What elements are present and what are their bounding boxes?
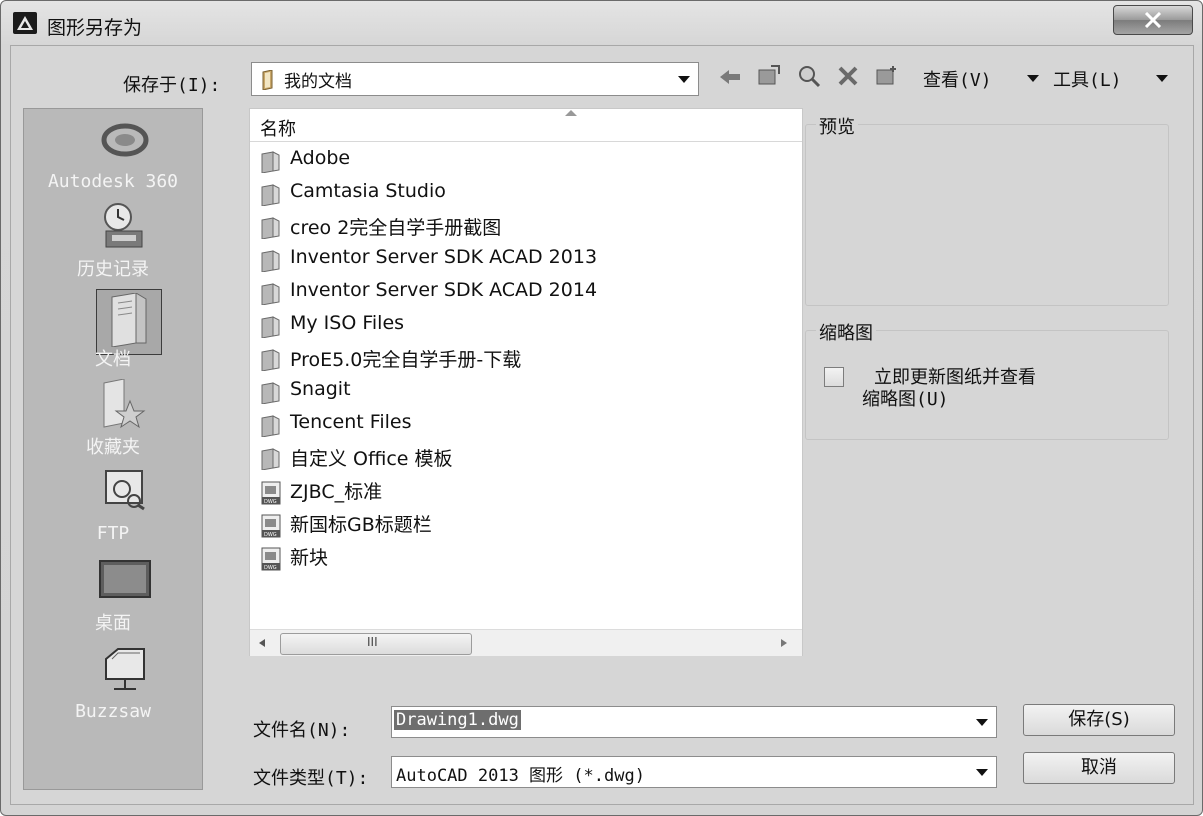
place-autodesk-360[interactable]: Autodesk 360 bbox=[24, 109, 202, 195]
scrollbar-thumb[interactable]: III bbox=[280, 633, 472, 655]
file-name: Snagit bbox=[290, 378, 351, 400]
preview-group: 预览 bbox=[805, 113, 1169, 306]
back-icon[interactable] bbox=[719, 68, 741, 86]
dwg-file-icon: DWG bbox=[260, 547, 282, 575]
preview-title: 预览 bbox=[816, 113, 858, 139]
save-in-combo[interactable]: 我的文档 bbox=[251, 62, 699, 96]
save-in-label: 保存于(I): bbox=[123, 75, 221, 96]
place-documents[interactable]: 文档 bbox=[24, 287, 202, 373]
svg-text:DWG: DWG bbox=[264, 499, 277, 505]
filename-combo[interactable]: Drawing1.dwg bbox=[391, 706, 997, 738]
file-name: ZJBC_标准 bbox=[290, 481, 383, 503]
title-bar[interactable]: 图形另存为 bbox=[1, 1, 1202, 43]
buzzsaw-icon bbox=[105, 648, 145, 690]
file-name: My ISO Files bbox=[290, 312, 405, 334]
ftp-icon bbox=[105, 470, 145, 511]
save-button[interactable]: 保存(S) bbox=[1023, 704, 1175, 736]
file-name: 新国标GB标题栏 bbox=[290, 514, 432, 536]
place-label: 收藏夹 bbox=[86, 437, 140, 458]
horizontal-scrollbar[interactable]: III bbox=[250, 629, 802, 656]
place-ftp[interactable]: FTP bbox=[24, 463, 202, 549]
close-button[interactable] bbox=[1113, 5, 1193, 35]
folder-icon bbox=[262, 70, 273, 90]
place-favorites[interactable]: 收藏夹 bbox=[24, 375, 202, 461]
desktop-icon bbox=[99, 560, 151, 598]
file-name: Camtasia Studio bbox=[290, 180, 446, 202]
folder-icon bbox=[260, 184, 282, 210]
svg-text:DWG: DWG bbox=[264, 565, 277, 571]
delete-icon[interactable] bbox=[837, 66, 859, 86]
file-name: 新块 bbox=[290, 547, 329, 569]
search-web-icon[interactable] bbox=[797, 64, 821, 88]
folder-icon bbox=[260, 283, 282, 309]
dwg-file-icon: DWG bbox=[260, 481, 282, 509]
dwg-file-icon: DWG bbox=[260, 514, 282, 542]
folder-icon bbox=[260, 382, 282, 408]
filename-input[interactable]: Drawing1.dwg bbox=[394, 710, 521, 730]
filename-label: 文件名(N): bbox=[253, 720, 351, 741]
file-name: 自定义 Office 模板 bbox=[290, 448, 453, 470]
dialog-body: 保存于(I): 我的文档 查看(V) 工具(L) Autodesk 360 历史… bbox=[10, 45, 1194, 805]
scroll-right-icon[interactable] bbox=[780, 638, 788, 648]
folder-icon bbox=[260, 250, 282, 276]
view-chevron-down-icon[interactable] bbox=[1027, 75, 1039, 82]
place-buzzsaw[interactable]: Buzzsaw bbox=[24, 639, 202, 725]
update-thumbnail-checkbox[interactable] bbox=[824, 367, 844, 387]
places-sidebar: Autodesk 360 历史记录 文档 收藏夹 FTP 桌面 Buzzsaw bbox=[23, 108, 203, 790]
name-column-header[interactable]: 名称 bbox=[250, 109, 802, 142]
autocad-app-icon bbox=[13, 12, 37, 34]
view-menu[interactable]: 查看(V) bbox=[923, 66, 992, 92]
place-label: 文档 bbox=[95, 349, 131, 370]
place-label: FTP bbox=[96, 523, 130, 544]
file-name: Inventor Server SDK ACAD 2013 bbox=[290, 246, 598, 268]
folder-icon bbox=[260, 415, 282, 441]
file-list[interactable]: 名称 Adobe Camtasia Studio creo 2完全自学手册截图 Inv… bbox=[249, 108, 803, 656]
new-folder-icon[interactable] bbox=[875, 64, 899, 88]
place-label: 桌面 bbox=[95, 613, 131, 634]
filename-chevron-down-icon[interactable] bbox=[976, 719, 988, 726]
file-name: Inventor Server SDK ACAD 2014 bbox=[290, 279, 598, 301]
folder-icon bbox=[260, 217, 282, 243]
up-one-level-icon[interactable] bbox=[757, 64, 781, 88]
tools-menu[interactable]: 工具(L) bbox=[1053, 66, 1122, 92]
place-label: 历史记录 bbox=[77, 259, 149, 280]
folder-icon bbox=[260, 151, 282, 177]
save-in-value: 我的文档 bbox=[284, 72, 352, 92]
place-label: Autodesk 360 bbox=[47, 171, 179, 192]
filetype-label: 文件类型(T): bbox=[253, 768, 369, 789]
favorites-icon bbox=[103, 379, 146, 429]
update-thumbnail-label-line2: 缩略图(U) bbox=[862, 389, 949, 410]
folder-icon bbox=[260, 448, 282, 474]
folder-icon bbox=[260, 349, 282, 375]
window-title: 图形另存为 bbox=[47, 17, 143, 39]
place-desktop[interactable]: 桌面 bbox=[24, 551, 202, 637]
tools-chevron-down-icon[interactable] bbox=[1156, 75, 1168, 82]
close-icon bbox=[1144, 12, 1162, 28]
save-as-dialog: 图形另存为 保存于(I): 我的文档 查看(V) 工具(L) Autodesk … bbox=[0, 0, 1203, 816]
scroll-left-icon[interactable] bbox=[258, 638, 266, 648]
history-icon bbox=[104, 203, 143, 248]
place-label: Buzzsaw bbox=[75, 701, 151, 722]
sort-up-icon bbox=[565, 110, 577, 116]
thumbnail-group: 缩略图 立即更新图纸并查看 缩略图(U) bbox=[805, 319, 1169, 440]
filetype-chevron-down-icon[interactable] bbox=[976, 769, 988, 776]
folder-icon bbox=[260, 316, 282, 342]
file-name: creo 2完全自学手册截图 bbox=[290, 217, 502, 239]
svg-text:DWG: DWG bbox=[264, 532, 277, 538]
name-column-label: 名称 bbox=[260, 119, 296, 140]
chevron-down-icon bbox=[678, 76, 690, 83]
file-name: Adobe bbox=[290, 147, 351, 169]
place-history[interactable]: 历史记录 bbox=[24, 197, 202, 283]
thumbnail-title: 缩略图 bbox=[816, 319, 876, 345]
autodesk-360-icon bbox=[101, 123, 149, 157]
filetype-value: AutoCAD 2013 图形 (*.dwg) bbox=[396, 766, 645, 786]
file-name: Tencent Files bbox=[290, 411, 412, 433]
documents-icon bbox=[111, 293, 147, 347]
cancel-button[interactable]: 取消 bbox=[1023, 752, 1175, 784]
scrollbar-grip: III bbox=[367, 635, 378, 649]
filetype-combo[interactable]: AutoCAD 2013 图形 (*.dwg) bbox=[391, 756, 997, 788]
file-name: ProE5.0完全自学手册-下载 bbox=[290, 349, 522, 371]
